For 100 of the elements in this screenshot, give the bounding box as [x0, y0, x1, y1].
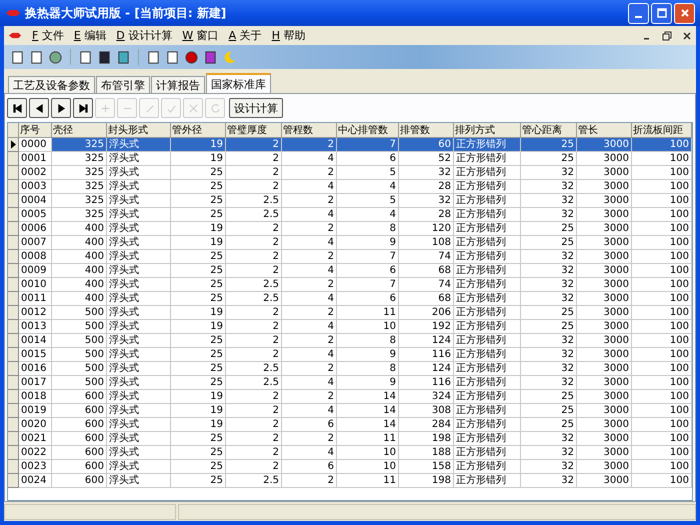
table-cell: 0012 — [19, 306, 52, 320]
column-header[interactable]: 折流板间距 — [632, 123, 692, 138]
table-cell: 100 — [632, 138, 692, 152]
menu-item[interactable]: H 帮助 — [272, 28, 306, 43]
circle-icon[interactable] — [184, 50, 199, 64]
table-cell: 3000 — [577, 306, 632, 320]
column-header[interactable]: 排管数 — [399, 123, 454, 138]
table-cell: 4 — [337, 208, 399, 222]
table-cell: 9 — [337, 376, 399, 390]
table-cell: 158 — [399, 460, 454, 474]
table-cell: 2 — [282, 194, 337, 208]
table-cell: 2 — [226, 418, 282, 432]
table-cell: 198 — [399, 474, 454, 488]
table-cell: 4 — [282, 320, 337, 334]
table-cell: 3000 — [577, 292, 632, 306]
table-cell: 325 — [52, 138, 107, 152]
table-cell: 正方形错列 — [454, 292, 521, 306]
table-cell: 308 — [399, 404, 454, 418]
next-record-icon[interactable] — [51, 98, 71, 118]
table-cell: 2.5 — [226, 376, 282, 390]
table-cell: 5 — [337, 166, 399, 180]
table-cell: 浮头式 — [107, 306, 171, 320]
table-cell: 3000 — [577, 418, 632, 432]
table-cell: 32 — [399, 194, 454, 208]
table-cell: 100 — [632, 334, 692, 348]
column-header[interactable]: 管心距离 — [521, 123, 577, 138]
last-record-icon[interactable] — [73, 98, 93, 118]
table-cell: 25 — [521, 390, 577, 404]
table-cell: 2 — [282, 474, 337, 488]
close-icon[interactable] — [682, 30, 692, 40]
table-cell: 9 — [337, 348, 399, 362]
table-cell: 3000 — [577, 138, 632, 152]
tab[interactable]: 布管引擎 — [96, 76, 150, 93]
table-cell: 2.5 — [226, 208, 282, 222]
tab[interactable]: 工艺及设备参数 — [8, 76, 95, 93]
window-title: 换热器大师试用版 - [当前项目: 新建] — [25, 4, 228, 22]
table-cell: 25 — [171, 194, 226, 208]
menu-item[interactable]: F 文件 — [32, 28, 64, 43]
table-cell: 0019 — [19, 404, 52, 418]
new-file-icon[interactable] — [10, 50, 25, 64]
table-cell: 4 — [282, 348, 337, 362]
first-record-icon[interactable] — [7, 98, 27, 118]
column-header[interactable]: 管程数 — [282, 123, 337, 138]
menu-item[interactable]: W 窗口 — [182, 28, 219, 43]
minimize-icon — [635, 16, 642, 18]
table-cell: 100 — [632, 278, 692, 292]
table-cell: 0015 — [19, 348, 52, 362]
save-icon[interactable] — [97, 50, 112, 64]
table-cell: 3000 — [577, 250, 632, 264]
table-cell: 25 — [171, 432, 226, 446]
table-cell: 0013 — [19, 320, 52, 334]
table-cell: 100 — [632, 446, 692, 460]
column-header[interactable]: 中心排管数 — [337, 123, 399, 138]
column-header[interactable]: 管璧厚度 — [226, 123, 282, 138]
table-cell: 32 — [521, 180, 577, 194]
table-cell: 浮头式 — [107, 418, 171, 432]
restore-icon[interactable] — [662, 30, 672, 40]
row-indicator[interactable] — [8, 138, 19, 152]
column-header[interactable]: 壳径 — [52, 123, 107, 138]
column-header[interactable]: 管长 — [577, 123, 632, 138]
column-header[interactable]: 序号 — [19, 123, 52, 138]
close-button[interactable] — [674, 2, 695, 24]
table-cell: 4 — [337, 180, 399, 194]
table-cell: 100 — [632, 390, 692, 404]
table-cell: 500 — [52, 306, 107, 320]
maximize-icon — [656, 8, 666, 18]
menu-item[interactable]: D 设计计算 — [116, 28, 172, 43]
column-header[interactable]: 排列方式 — [454, 123, 521, 138]
maximize-button[interactable] — [651, 2, 672, 24]
close-icon — [680, 8, 690, 18]
tab[interactable]: 计算报告 — [151, 76, 205, 93]
table-cell: 400 — [52, 264, 107, 278]
table-cell: 19 — [171, 152, 226, 166]
table-cell: 100 — [632, 404, 692, 418]
table-cell: 2 — [226, 404, 282, 418]
table-cell: 400 — [52, 250, 107, 264]
menu-item[interactable]: E 编辑 — [74, 28, 106, 43]
table-cell: 0002 — [19, 166, 52, 180]
tab[interactable]: 国家标准库 — [206, 73, 271, 93]
minimize-button[interactable] — [628, 2, 649, 24]
column-header[interactable]: 管外径 — [171, 123, 226, 138]
table-cell: 28 — [399, 208, 454, 222]
table-cell: 10 — [337, 460, 399, 474]
table-cell: 19 — [171, 320, 226, 334]
table-cell: 25 — [171, 460, 226, 474]
table-cell: 11 — [337, 432, 399, 446]
design-calculation-button[interactable]: 设计计算 — [229, 98, 283, 118]
table-cell: 浮头式 — [107, 208, 171, 222]
table-cell: 25 — [171, 334, 226, 348]
table-cell: 4 — [282, 292, 337, 306]
table-cell: 19 — [171, 236, 226, 250]
table-cell: 14 — [337, 418, 399, 432]
table-cell: 600 — [52, 460, 107, 474]
column-header[interactable]: 封头形式 — [107, 123, 171, 138]
current-row-icon — [10, 140, 16, 149]
table-cell: 浮头式 — [107, 166, 171, 180]
table-cell: 2.5 — [226, 474, 282, 488]
table-cell: 0020 — [19, 418, 52, 432]
previous-record-icon[interactable] — [29, 98, 49, 118]
menu-item[interactable]: A 关于 — [228, 28, 262, 43]
